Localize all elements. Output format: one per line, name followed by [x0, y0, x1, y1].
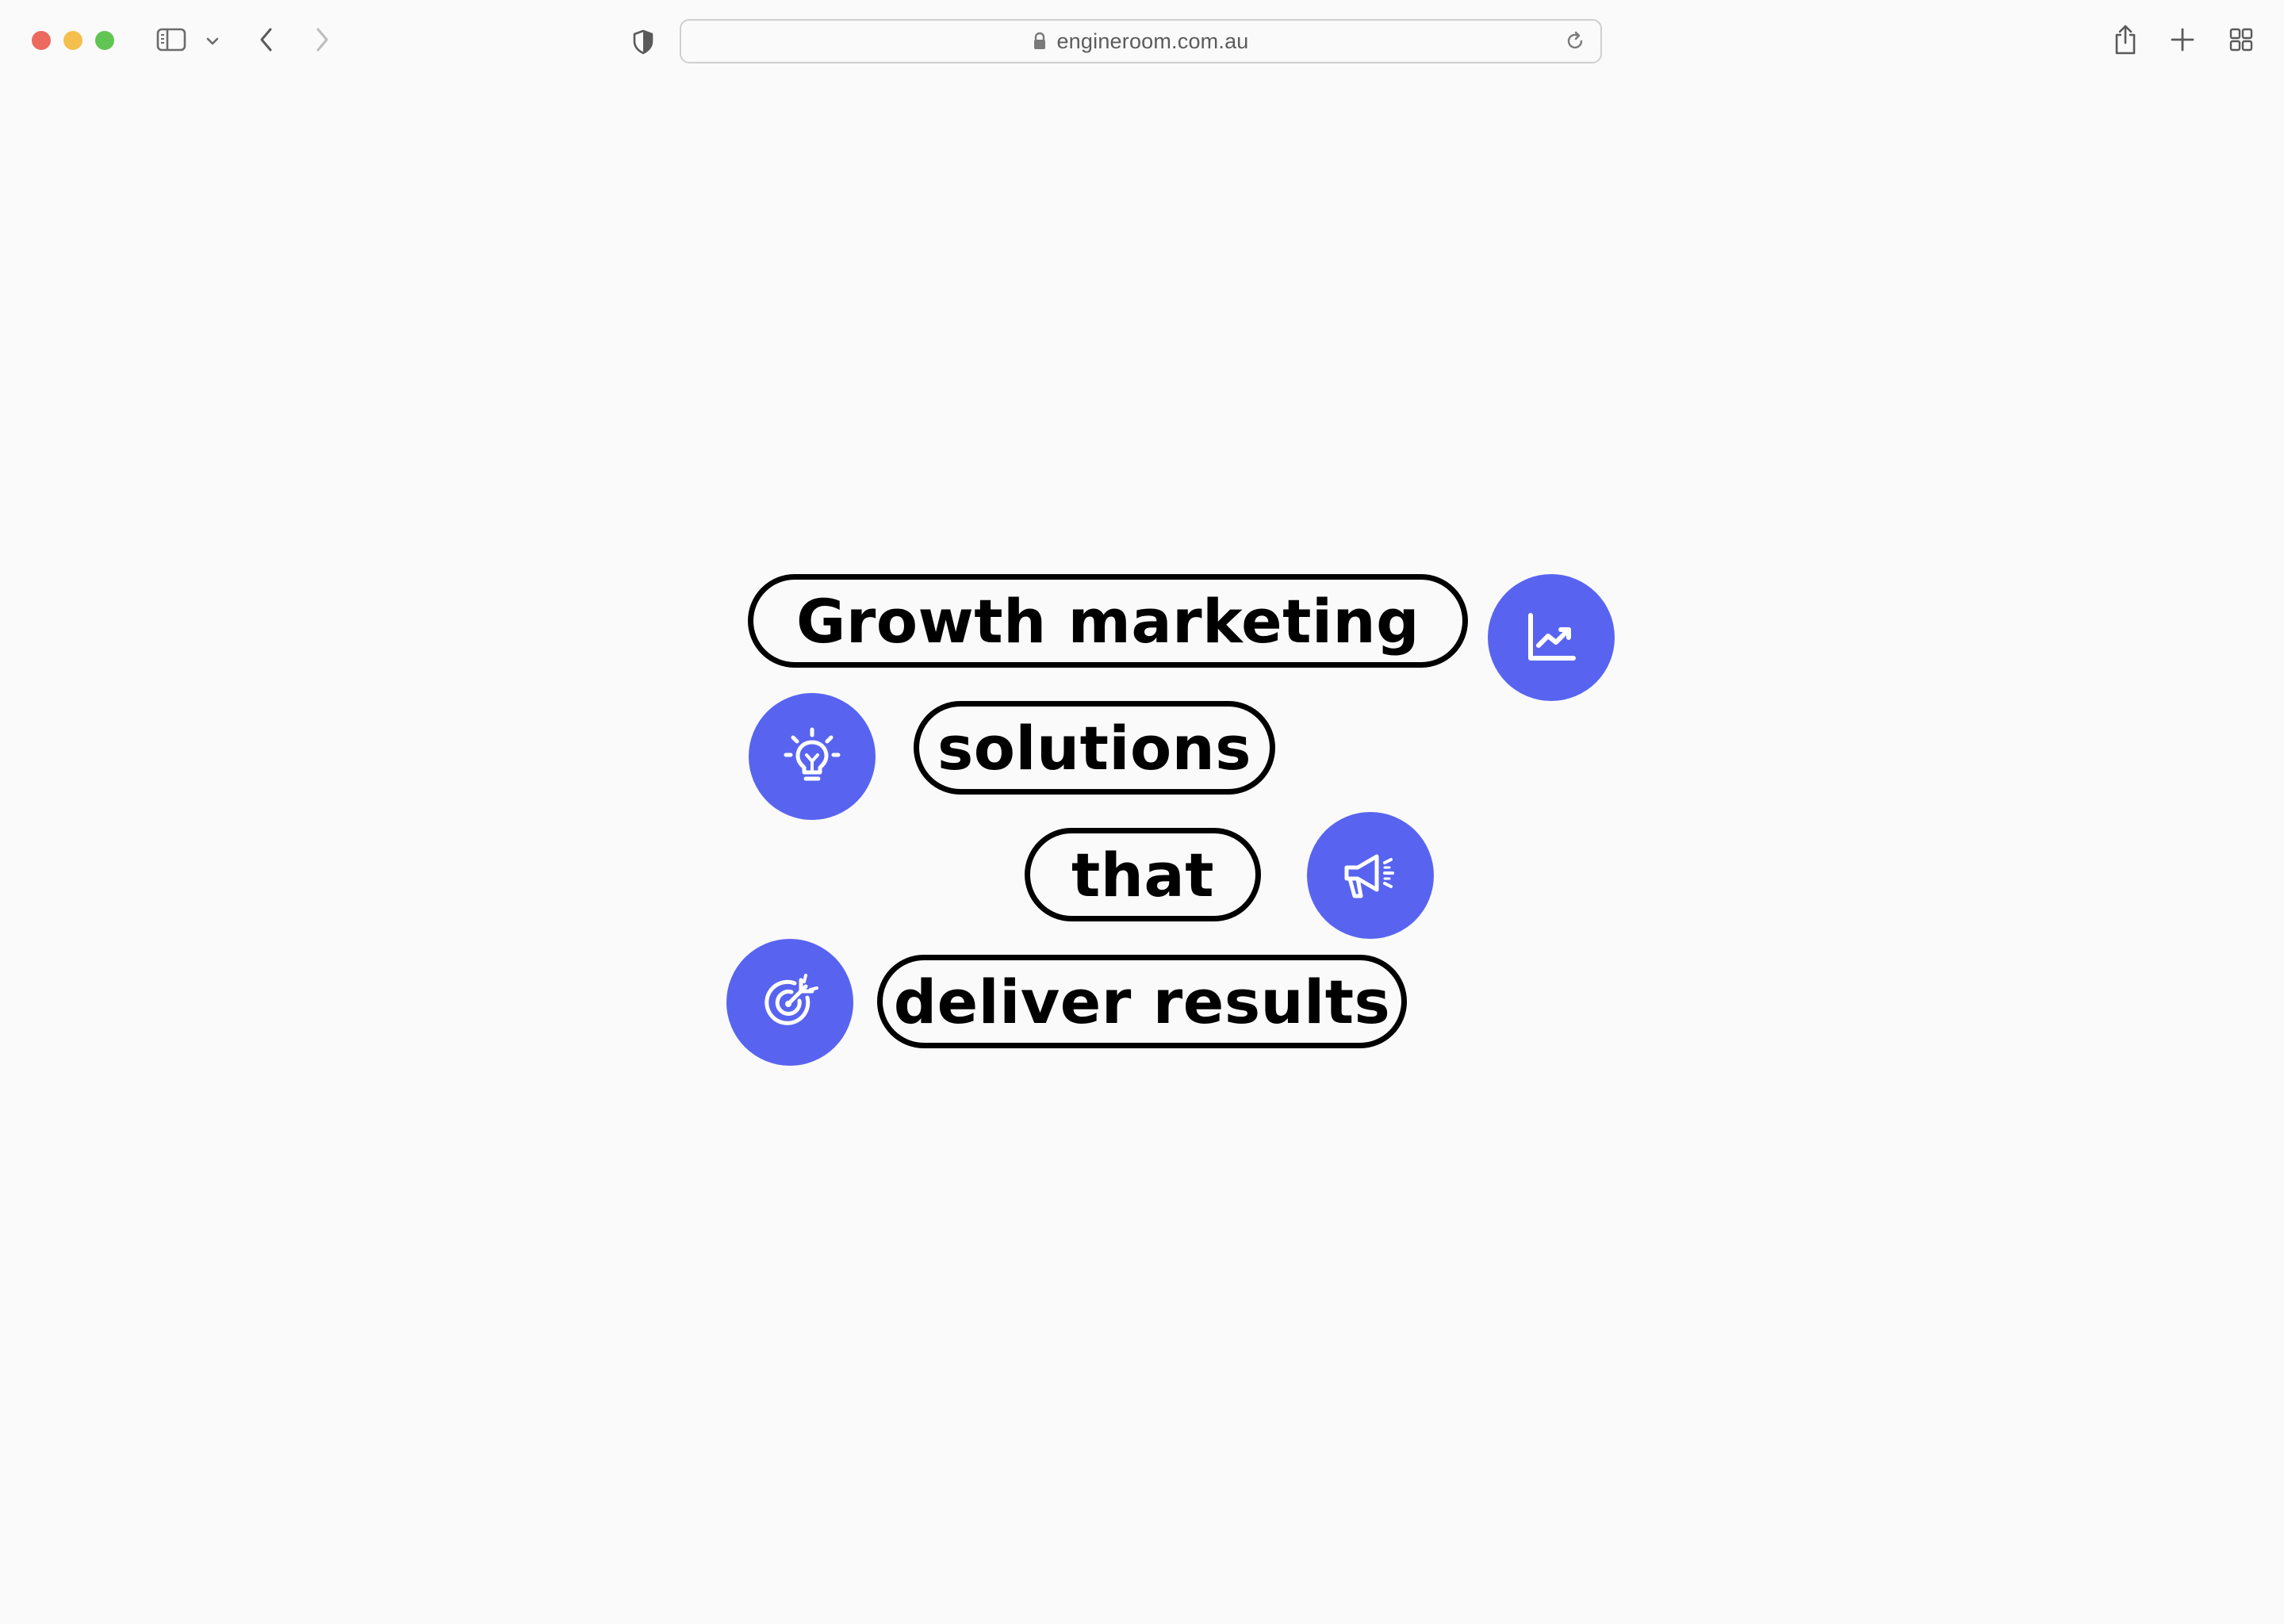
window-close-button[interactable]: [32, 31, 51, 50]
reload-icon[interactable]: [1564, 30, 1586, 52]
megaphone-icon: [1307, 812, 1434, 939]
chevron-down-icon[interactable]: [203, 32, 222, 51]
headline-text: Growth marketing: [795, 585, 1420, 657]
chart-trend-icon: [1488, 574, 1615, 701]
shield-icon[interactable]: [630, 27, 657, 57]
window-minimize-button[interactable]: [63, 31, 82, 50]
headline-pill-growth-marketing: Growth marketing: [748, 574, 1468, 668]
headline-text: that: [1071, 839, 1215, 910]
url-text: engineroom.com.au: [1056, 29, 1249, 53]
share-icon[interactable]: [2110, 22, 2141, 57]
plus-icon[interactable]: [2168, 25, 2197, 54]
sidebar-icon[interactable]: [155, 25, 187, 54]
grid-icon[interactable]: [2227, 25, 2255, 54]
address-bar[interactable]: engineroom.com.au: [680, 19, 1602, 63]
chevron-right-icon[interactable]: [308, 24, 336, 56]
headline-pill-that: that: [1025, 828, 1261, 921]
window-zoom-button[interactable]: [95, 31, 114, 50]
lightbulb-icon: [749, 693, 876, 820]
headline-pill-deliver-results: deliver results: [877, 955, 1407, 1048]
headline-pill-solutions: solutions: [914, 701, 1275, 795]
target-icon: [726, 939, 853, 1066]
browser-toolbar: engineroom.com.au: [0, 0, 2284, 82]
lock-icon: [1033, 32, 1047, 51]
headline-text: solutions: [937, 712, 1252, 783]
hero-section: Growth marketing solutions that deliver …: [0, 82, 2284, 1624]
headline-text: deliver results: [893, 966, 1391, 1037]
chevron-left-icon[interactable]: [252, 24, 281, 56]
